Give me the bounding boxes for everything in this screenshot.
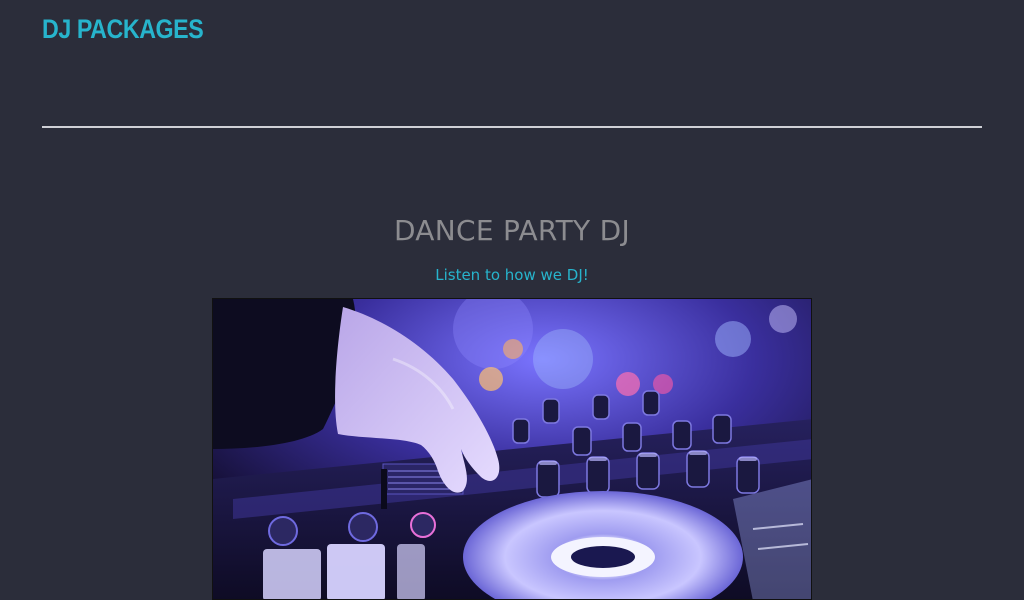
dj-mixer-photo	[212, 298, 812, 600]
listen-link[interactable]: Listen to how we DJ!	[0, 266, 1024, 284]
page: DJ PACKAGES DANCE PARTY DJ Listen to how…	[0, 0, 1024, 600]
site-title-link[interactable]: DJ PACKAGES	[42, 14, 204, 45]
header-divider	[42, 126, 982, 128]
page-headline: DANCE PARTY DJ	[393, 214, 631, 247]
dj-mixer-illustration	[213, 299, 811, 599]
